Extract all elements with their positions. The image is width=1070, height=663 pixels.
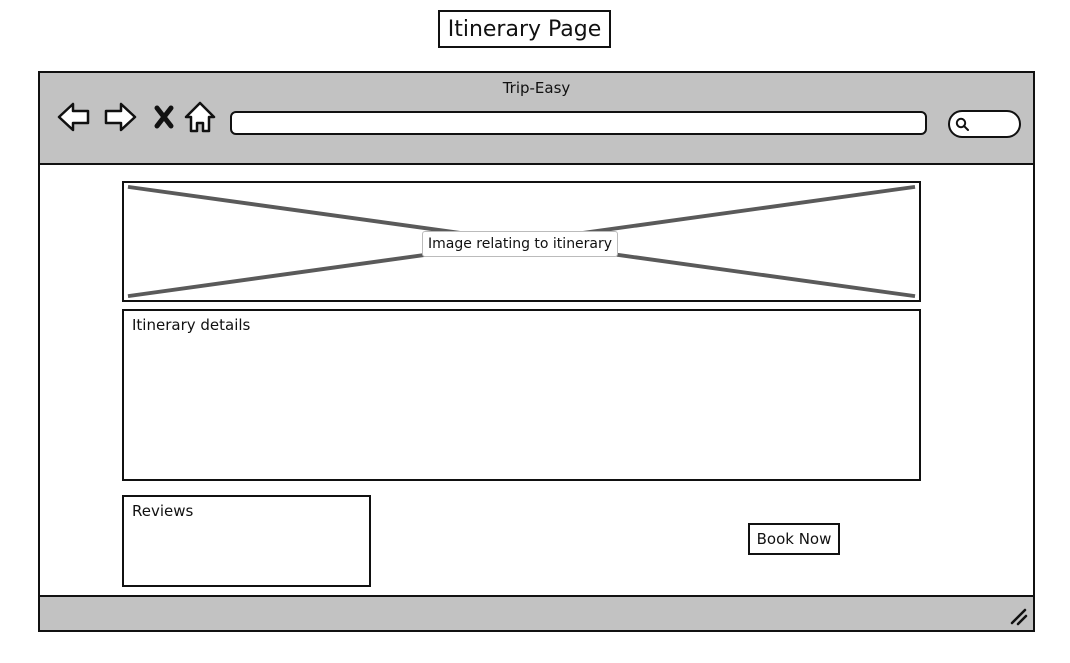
reviews-panel: Reviews [122, 495, 371, 587]
forward-arrow-icon[interactable] [102, 99, 138, 135]
image-caption: Image relating to itinerary [422, 231, 619, 257]
resize-grip-icon[interactable] [1008, 606, 1028, 626]
address-bar[interactable] [230, 111, 927, 135]
close-icon[interactable] [146, 99, 182, 135]
back-arrow-icon[interactable] [56, 99, 92, 135]
book-now-button[interactable]: Book Now [748, 523, 840, 555]
search-field[interactable] [948, 110, 1021, 138]
reviews-label: Reviews [132, 502, 194, 520]
page-title: Itinerary Page [438, 10, 611, 48]
status-bar [40, 595, 1033, 630]
browser-toolbar: Trip-Easy [40, 73, 1033, 165]
search-icon [955, 117, 969, 131]
itinerary-image-placeholder: Image relating to itinerary [122, 181, 921, 302]
itinerary-details-label: Itinerary details [132, 316, 251, 334]
itinerary-details-panel: Itinerary details [122, 309, 921, 481]
browser-window: Trip-Easy Image relating to itinerary It… [38, 71, 1035, 632]
home-icon[interactable] [182, 99, 218, 135]
window-title: Trip-Easy [502, 79, 571, 97]
